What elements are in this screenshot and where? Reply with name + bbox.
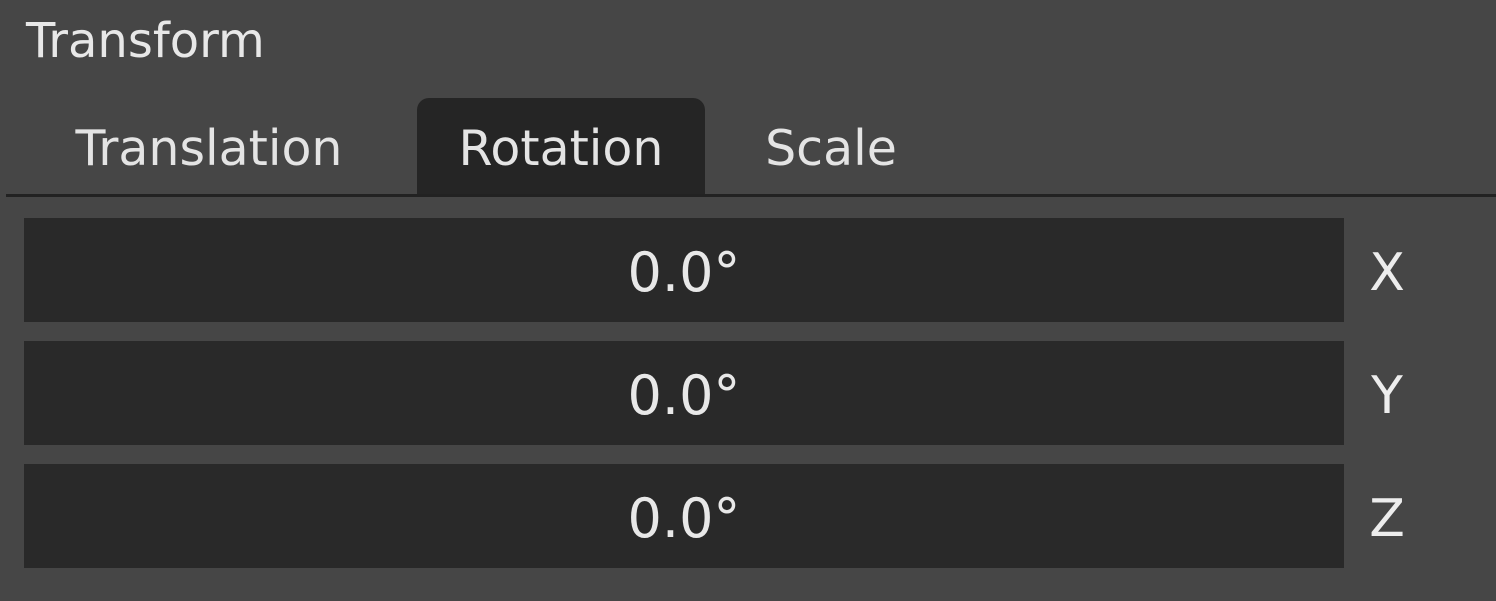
panel-title: Transform [26,13,265,69]
tab-translation[interactable]: Translation [34,98,384,194]
tab-rotation[interactable]: Rotation [417,98,705,194]
axis-label-y: Y [1371,366,1403,426]
rotation-y-row: 0.0° Y [24,341,1464,445]
rotation-y-input[interactable]: 0.0° [24,341,1344,445]
axis-label-z: Z [1369,489,1405,549]
rotation-x-input[interactable]: 0.0° [24,218,1344,322]
rotation-z-input[interactable]: 0.0° [24,464,1344,568]
tab-divider [6,194,1496,197]
rotation-z-row: 0.0° Z [24,464,1464,568]
rotation-x-row: 0.0° X [24,218,1464,322]
transform-panel: Transform Translation Rotation Scale 0.0… [0,0,1496,601]
tab-scale[interactable]: Scale [736,98,926,194]
tab-bar: Translation Rotation Scale [6,98,1496,194]
axis-label-x: X [1369,243,1405,303]
